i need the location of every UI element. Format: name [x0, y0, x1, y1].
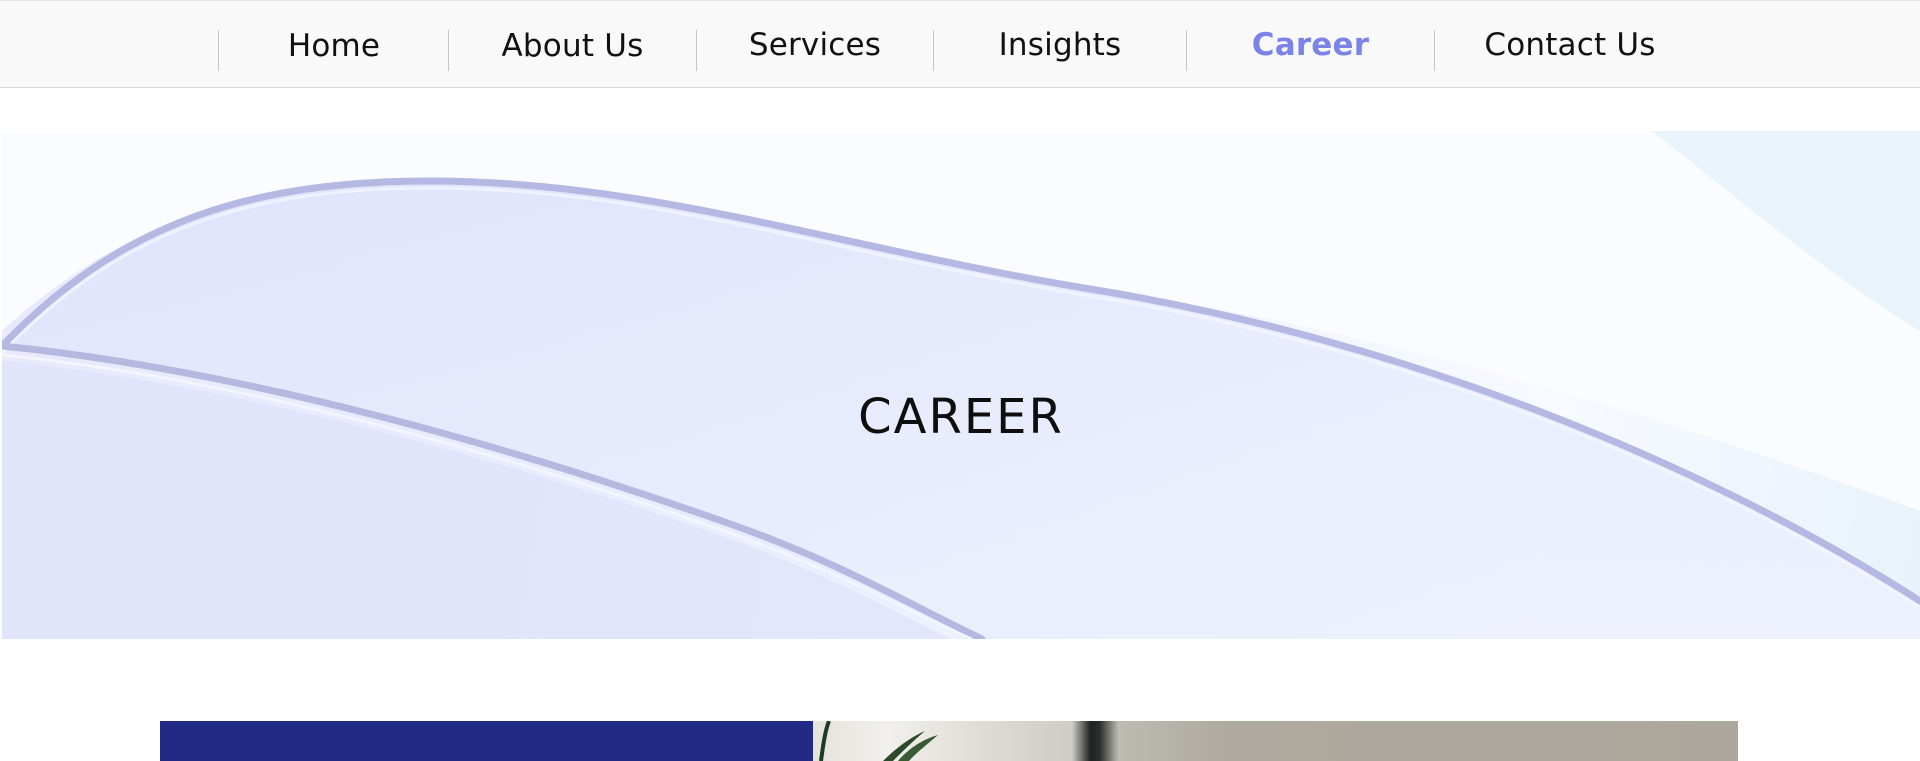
nav-item-home[interactable]: Home	[219, 1, 449, 89]
office-photo	[813, 721, 1738, 761]
hero-banner: CAREER	[2, 131, 1920, 639]
nav-item-about-us[interactable]: About Us	[449, 1, 696, 89]
hero-background-curves	[2, 131, 1920, 639]
plant-icon	[819, 721, 938, 761]
career-intro-section	[160, 721, 1738, 761]
nav-item-career[interactable]: Career	[1187, 1, 1434, 89]
nav-item-contact-us[interactable]: Contact Us	[1435, 1, 1705, 89]
main-navigation: Home About Us Services Insights Career C…	[0, 0, 1920, 88]
nav-item-insights[interactable]: Insights	[934, 1, 1186, 89]
nav-item-services[interactable]: Services	[697, 1, 933, 89]
page-title: CAREER	[858, 389, 1064, 445]
content-color-block	[160, 721, 813, 761]
